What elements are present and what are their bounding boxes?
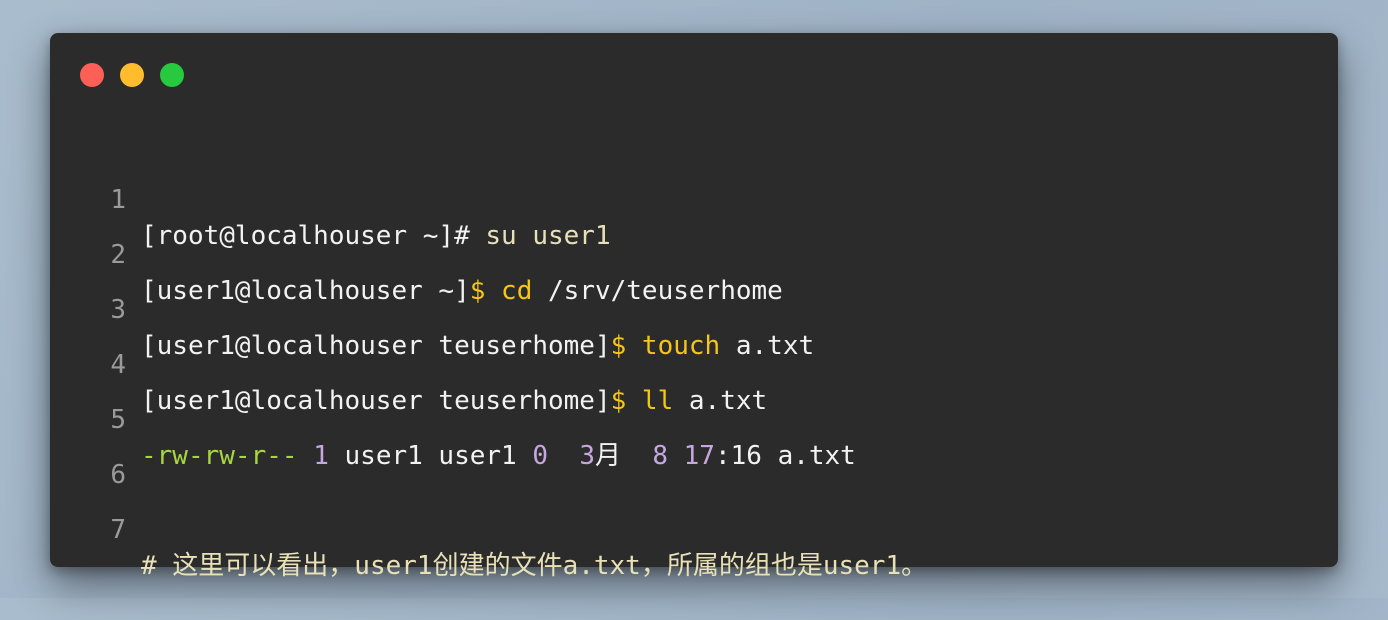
- code-comment: # 这里可以看出，user1创建的文件a.txt，所属的组也是user1。: [141, 551, 928, 581]
- code-line: 1 [root@localhouser ~]# su user1: [50, 146, 1338, 251]
- terminal-window: 1 [root@localhouser ~]# su user1 2 [user…: [50, 33, 1338, 581]
- code-line: 2 [user1@localhouser ~]$ cd /srv/teuserh…: [50, 201, 1338, 306]
- code-line: 5 -rw-rw-r-- 1 user1 user1 0 3月 8 17:16 …: [50, 366, 1338, 471]
- maximize-icon[interactable]: [160, 63, 184, 87]
- code-line: 3 [user1@localhouser teuserhome]$ touch …: [50, 256, 1338, 361]
- window-controls: [80, 63, 184, 87]
- code-line: 7 # 这里可以看出，user1创建的文件a.txt，所属的组也是user1。: [50, 476, 1338, 581]
- code-line: 6: [50, 421, 1338, 490]
- minimize-icon[interactable]: [120, 63, 144, 87]
- code-block: 1 [root@localhouser ~]# su user1 2 [user…: [50, 146, 1338, 581]
- line-number: 7: [110, 515, 126, 545]
- close-icon[interactable]: [80, 63, 104, 87]
- code-line: 4 [user1@localhouser teuserhome]$ ll a.t…: [50, 311, 1338, 416]
